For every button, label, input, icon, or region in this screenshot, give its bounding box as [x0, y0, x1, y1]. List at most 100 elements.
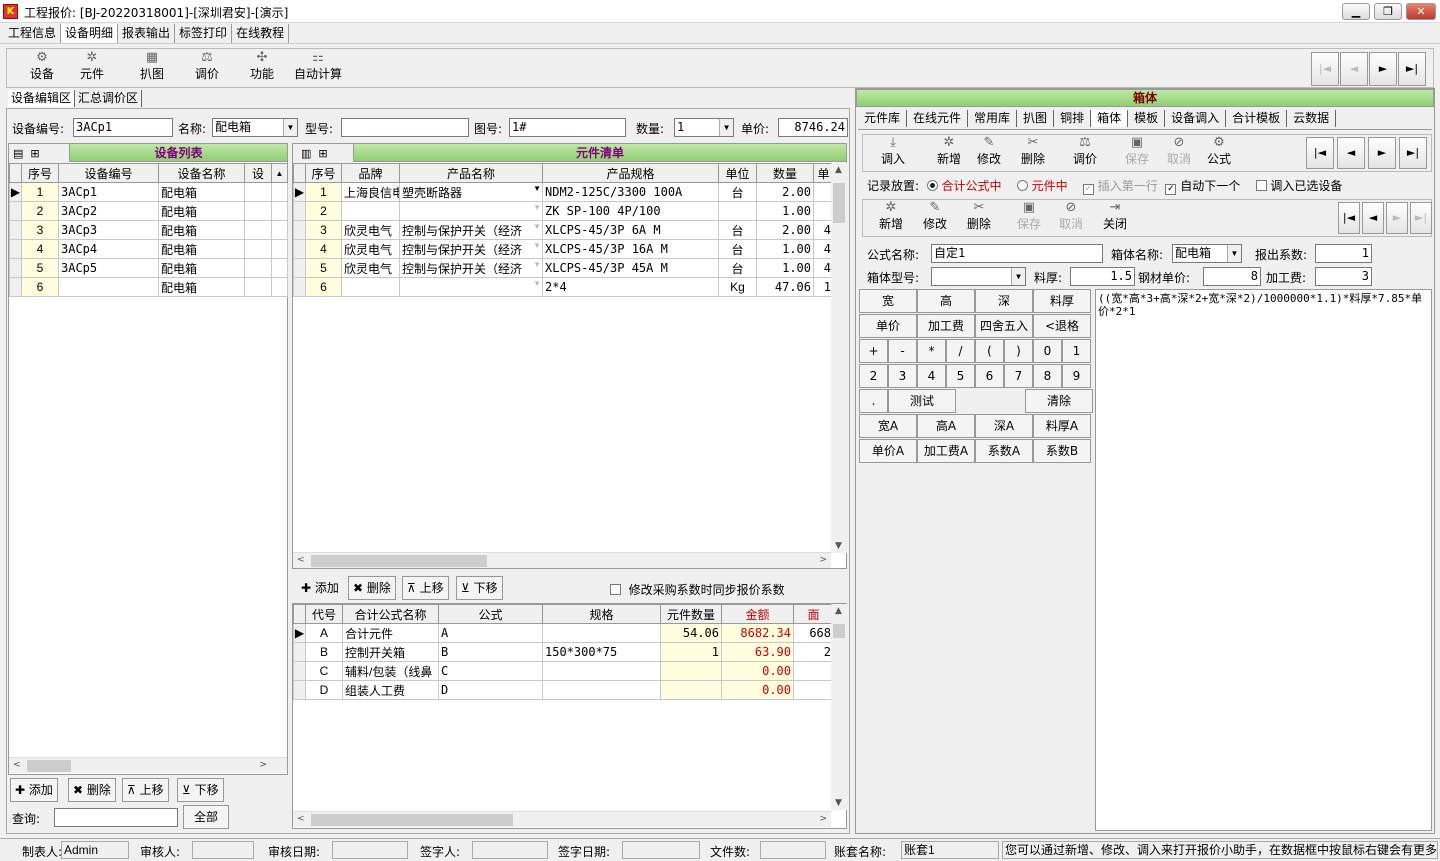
cell-face[interactable] — [793, 680, 834, 700]
r-nav-prev[interactable]: ◄ — [1337, 137, 1365, 169]
right-tab[interactable]: 设备调入 — [1165, 110, 1227, 127]
right-tool2-button[interactable]: ✲ 新增 — [875, 201, 907, 235]
keypad-key[interactable]: 7 — [1004, 364, 1033, 388]
insert-first-checkbox[interactable]: ✓ — [1082, 184, 1094, 195]
tree-icon[interactable]: ⊞ — [318, 147, 327, 160]
device-movedown-button[interactable]: ⊻ 下移 — [177, 778, 224, 802]
device-delete-button[interactable]: ✖ 删除 — [68, 778, 116, 802]
cell-face[interactable]: 2 — [793, 642, 834, 662]
cell-formula[interactable]: D — [438, 680, 543, 700]
device-name-combo[interactable]: 配电箱 ▼ — [212, 118, 298, 137]
keypad-key[interactable]: + — [859, 339, 888, 363]
cell-brand[interactable] — [341, 201, 400, 221]
keypad-key[interactable]: - — [888, 339, 917, 363]
cell-product-name[interactable]: 塑壳断路器 ▼ — [399, 182, 543, 202]
cell-amount[interactable]: 63.90 — [721, 642, 794, 662]
formula-grid-vscroll[interactable]: ▲ ▼ — [831, 604, 847, 810]
keypad-key[interactable]: 宽 — [859, 289, 917, 313]
r2-nav-next[interactable]: ► — [1386, 202, 1408, 234]
cell-spec[interactable] — [542, 623, 661, 643]
component-list-vscroll[interactable]: ▲ ▼ — [831, 163, 847, 553]
component-list-hscroll[interactable]: < > — [293, 552, 831, 568]
minimize-button[interactable]: ▁ — [1342, 3, 1370, 20]
cell-product-spec[interactable]: XLCPS-45/3P 6A M — [542, 220, 719, 240]
right-tool2-button[interactable]: ⇥ 关闭 — [1099, 201, 1131, 235]
formula-delete-button[interactable]: ✖ 删除 — [348, 576, 396, 600]
cell-quantity[interactable]: 1.00 — [756, 239, 814, 259]
keypad-key[interactable]: 深A — [975, 414, 1033, 438]
cell-unit[interactable]: 台 — [718, 258, 757, 278]
table-row[interactable]: B 控制开关箱 B 150*300*75 1 63.90 2 — [293, 642, 834, 662]
cell-comp-qty[interactable]: 54.06 — [660, 623, 722, 643]
right-tool2-button[interactable]: ⊘ 取消 — [1055, 201, 1087, 235]
formula-name-field[interactable]: 自定1 — [931, 244, 1103, 263]
keypad-key[interactable]: <退格 — [1033, 314, 1091, 338]
cell-product-name[interactable]: 控制与保护开关（经济 ▼ — [399, 220, 543, 240]
cell-comp-qty[interactable] — [660, 680, 722, 700]
menu-device-detail[interactable]: 设备明细 — [61, 24, 119, 43]
cell-seq[interactable]: 5 — [305, 258, 342, 278]
cell-device-code[interactable]: 3ACp2 — [58, 201, 159, 221]
right-tab[interactable]: 常用库 — [968, 110, 1018, 127]
cell-device-code[interactable]: 3ACp3 — [58, 220, 159, 240]
component-button[interactable]: ✲ 元件 — [75, 51, 109, 85]
chevron-down-icon[interactable]: ▼ — [533, 184, 541, 193]
cell-unit[interactable]: 台 — [718, 182, 757, 202]
opt-component-radio[interactable] — [1016, 180, 1028, 191]
cell-more[interactable] — [244, 201, 272, 221]
cell-brand[interactable]: 上海良信电 — [341, 182, 400, 202]
chevron-down-icon[interactable]: ▼ — [1011, 268, 1025, 285]
keypad-key[interactable]: * — [917, 339, 946, 363]
cell-code[interactable]: D — [305, 680, 343, 700]
chevron-down-icon[interactable]: ▼ — [533, 222, 541, 231]
right-tool-button[interactable]: ▣ 保存 — [1119, 136, 1155, 170]
cell-device-code[interactable]: 3ACp4 — [58, 239, 159, 259]
keypad-key[interactable]: 5 — [946, 364, 975, 388]
keypad-key[interactable]: 加工费A — [917, 439, 975, 463]
cell-device-name[interactable]: 配电箱 — [158, 258, 245, 278]
cell-unit[interactable]: 台 — [718, 239, 757, 259]
cell-quantity[interactable]: 1.00 — [756, 258, 814, 278]
right-tool2-button[interactable]: ✂ 删除 — [963, 201, 995, 235]
steel-price-field[interactable]: 8 — [1203, 267, 1261, 286]
cell-unit[interactable] — [718, 201, 757, 221]
cell-brand[interactable] — [341, 277, 400, 297]
table-row[interactable]: ▶ A 合计元件 A 54.06 8682.34 668 — [293, 623, 834, 643]
keypad-key[interactable]: 0 — [1033, 339, 1062, 363]
keypad-key[interactable]: 料厚A — [1033, 414, 1091, 438]
device-code-field[interactable]: 3ACp1 — [73, 118, 173, 137]
cell-amount[interactable]: 0.00 — [721, 661, 794, 681]
cell-more[interactable] — [244, 258, 272, 278]
qty-combo[interactable]: 1 ▼ — [674, 118, 734, 137]
keypad-key[interactable]: ) — [1004, 339, 1033, 363]
box-type-combo[interactable]: ▼ — [931, 267, 1026, 286]
right-tool2-button[interactable]: ✎ 修改 — [919, 201, 951, 235]
cell-spec[interactable] — [542, 680, 661, 700]
price-adjust-button[interactable]: ⚖ 调价 — [190, 51, 224, 85]
cell-product-spec[interactable]: XLCPS-45/3P 45A M — [542, 258, 719, 278]
cell-device-code[interactable]: 3ACp5 — [58, 258, 159, 278]
tab-device-edit[interactable]: 设备编辑区 — [8, 90, 76, 107]
keypad-key[interactable]: 高A — [917, 414, 975, 438]
restore-button[interactable]: ❐ — [1374, 3, 1402, 20]
cell-more[interactable] — [244, 277, 272, 297]
nav-first-button[interactable]: |◄ — [1311, 52, 1339, 86]
right-tool-button[interactable]: ⤓ 调入 — [875, 136, 911, 170]
cell-quantity[interactable]: 47.06 — [756, 277, 814, 297]
cell-product-spec[interactable]: 2*4 — [542, 277, 719, 297]
keypad-key[interactable]: 加工费 — [917, 314, 975, 338]
cell-unit[interactable]: Kg — [718, 277, 757, 297]
col-spec[interactable]: 规格 — [542, 604, 661, 624]
keypad-key[interactable]: 单价 — [859, 314, 917, 338]
table-row[interactable]: D 组装人工费 D 0.00 — [293, 680, 834, 700]
formula-add-button[interactable]: ✚ 添加 — [296, 576, 344, 600]
cell-product-name[interactable]: ▼ — [399, 277, 543, 297]
keypad-key[interactable]: / — [946, 339, 975, 363]
cell-brand[interactable]: 欣灵电气 — [341, 239, 400, 259]
cell-device-name[interactable]: 配电箱 — [158, 277, 245, 297]
r2-nav-last[interactable]: ►| — [1410, 202, 1432, 234]
cell-seq[interactable]: 4 — [21, 239, 59, 259]
right-tool-button[interactable]: ⚖ 调价 — [1067, 136, 1103, 170]
table-row[interactable]: 4 欣灵电气 控制与保护开关（经济 ▼ XLCPS-45/3P 16A M 台 1.00 4 — [293, 239, 834, 259]
drawing-field[interactable]: 1# — [509, 118, 626, 137]
